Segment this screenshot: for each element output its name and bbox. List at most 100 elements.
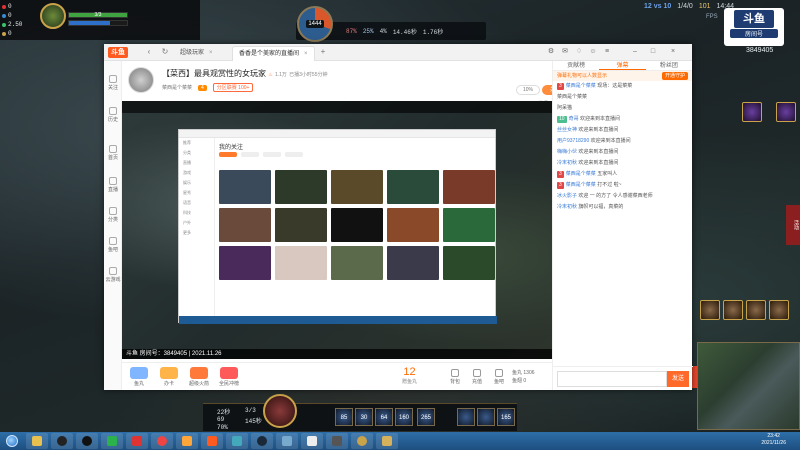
nav-cloud-game[interactable]: 云游戏	[104, 267, 122, 283]
gift-fishball[interactable]: 鱼丸	[126, 367, 152, 387]
backpack-button[interactable]: 背包	[446, 369, 464, 385]
tab-danmaku[interactable]: 弹幕	[599, 61, 646, 70]
stream-thumbnail	[219, 170, 271, 204]
tab-home[interactable]: 超级玩家 ×	[174, 46, 219, 61]
window-titlebar: 斗鱼 ‹ ↻ 超级玩家 × 香香是个美家的直播间 × + ⚙ ✉ ♢ ☺ ≡ – □…	[104, 44, 692, 61]
health-bar: 3/3	[68, 12, 128, 18]
fishball-count: 12 赠鱼丸	[402, 366, 418, 385]
nav-follow[interactable]: 关注	[104, 75, 122, 91]
maximize-button[interactable]: □	[648, 47, 658, 57]
skill-slot[interactable]: 265	[417, 408, 435, 426]
nav-history[interactable]: 历史	[104, 107, 122, 123]
douyu-icon[interactable]	[201, 433, 223, 449]
app-icon[interactable]	[276, 433, 298, 449]
tab-fans[interactable]: 粉丝团	[646, 61, 692, 70]
chat-username[interactable]: 冷末初秋	[557, 160, 577, 166]
item-icon[interactable]	[746, 300, 766, 320]
ability-icon[interactable]	[776, 102, 796, 122]
avatar[interactable]	[128, 67, 154, 93]
chat-username[interactable]: 冷末初秋	[557, 204, 577, 210]
level-badge: 4	[198, 84, 207, 91]
rank-badge[interactable]: 分区联赛 100+	[212, 83, 254, 92]
item-slot[interactable]	[457, 408, 475, 426]
chat-username[interactable]: 嗨嗨小伙	[557, 149, 577, 155]
folder-icon[interactable]	[26, 433, 48, 449]
league-icon[interactable]	[351, 433, 373, 449]
chrome-icon[interactable]	[151, 433, 173, 449]
tab-contribution[interactable]: 贡献榜	[553, 61, 599, 70]
logo-subtitle: 房间号	[730, 29, 778, 38]
gift-rank[interactable]: 全民冲榜	[216, 367, 242, 387]
system-clock[interactable]: 23:42 2021/11/26	[761, 433, 786, 447]
settings-icon[interactable]: ⚙	[546, 47, 556, 57]
item-icon[interactable]	[723, 300, 743, 320]
nested-titlebar	[179, 130, 495, 138]
open-guard-button[interactable]: 开通守护	[661, 72, 688, 80]
send-button[interactable]: 发送	[667, 371, 689, 387]
refresh-button[interactable]: ↻	[160, 47, 170, 57]
fishbar-button[interactable]: 鱼吧	[490, 369, 508, 385]
new-tab-button[interactable]: +	[318, 47, 328, 57]
chat-username[interactable]: 菜西是个菜菜	[566, 171, 596, 177]
item-slot[interactable]: 165	[497, 408, 515, 426]
nav-home[interactable]: 首页	[104, 145, 122, 161]
message-icon[interactable]: ✉	[560, 47, 570, 57]
chat-username[interactable]: 用户93718290	[557, 138, 589, 144]
skill-slot[interactable]: 85	[335, 408, 353, 426]
netease-icon[interactable]	[126, 433, 148, 449]
team-score: 12 vs 10	[644, 2, 672, 10]
gift-card[interactable]: 办卡	[156, 367, 182, 387]
popularity-pill: 10%	[516, 85, 540, 95]
chat-username[interactable]: 丝丝女神	[557, 127, 577, 133]
app-logo[interactable]: 斗鱼	[108, 47, 128, 58]
nav-category[interactable]: 分类	[104, 207, 122, 223]
nav-live[interactable]: 直播	[104, 177, 122, 193]
level-stat: 22秒	[217, 409, 231, 416]
steam-icon[interactable]	[251, 433, 273, 449]
chat-message-list[interactable]: 3 菜西是个菜菜 现场：这是菜菜 菜西是个菜菜 阿呆猫 10 奇哥 欢迎来到本直播间 丝丝女…	[553, 81, 693, 351]
close-button[interactable]: ×	[668, 47, 678, 57]
fish-icon	[109, 237, 117, 245]
chat-username[interactable]: 菜西是个菜菜	[566, 83, 596, 89]
app-icon[interactable]	[301, 433, 323, 449]
skill-slot[interactable]: 30	[355, 408, 373, 426]
gift-icon[interactable]: ♢	[574, 47, 584, 57]
league-icon[interactable]	[376, 433, 398, 449]
start-button[interactable]	[2, 433, 22, 449]
chat-message: 3 菜西是个菜菜 五家叫人	[553, 169, 693, 180]
skill-slot[interactable]: 160	[395, 408, 413, 426]
wechat-icon[interactable]	[101, 433, 123, 449]
nav-fishbar[interactable]: 鱼吧	[104, 237, 122, 253]
item-slot[interactable]	[477, 408, 495, 426]
close-icon[interactable]: ×	[304, 51, 308, 57]
video-player[interactable]: 推荐 分类 直播 游戏 娱乐 星秀 语音 科技 户外 更多 我的关注 斗鱼 房间…	[122, 101, 552, 359]
chat-message: 冷末初秋 欢迎来到本直播间	[553, 158, 693, 169]
chat-username[interactable]: 菜西是个菜菜	[566, 182, 596, 188]
item-icon[interactable]	[700, 300, 720, 320]
side-panel-tab[interactable]: 活动	[786, 205, 800, 245]
champion-portrait[interactable]	[263, 394, 297, 428]
recharge-button[interactable]: 充值	[468, 369, 486, 385]
minimize-button[interactable]: –	[630, 47, 640, 57]
ability-icon[interactable]	[742, 102, 762, 122]
chat-username[interactable]: 冰火影子	[557, 193, 577, 199]
user-icon[interactable]: ☺	[588, 47, 598, 57]
app-icon[interactable]	[326, 433, 348, 449]
item-icon[interactable]	[769, 300, 789, 320]
skill-slot[interactable]: 64	[375, 408, 393, 426]
gift-rocket[interactable]: 超级火箭	[186, 367, 212, 387]
streamer-name[interactable]: 菜西是个菜菜	[162, 84, 192, 91]
champion-portrait[interactable]	[40, 3, 66, 29]
menu-icon[interactable]: ≡	[602, 47, 612, 57]
close-icon[interactable]: ×	[209, 50, 213, 56]
app-icon[interactable]	[226, 433, 248, 449]
minimap[interactable]	[697, 342, 800, 430]
qq-icon[interactable]	[76, 433, 98, 449]
back-button[interactable]: ‹	[144, 47, 154, 57]
tab-stream[interactable]: 香香是个美家的直播间 ×	[232, 46, 315, 61]
obs-icon[interactable]	[51, 433, 73, 449]
chip	[219, 152, 237, 157]
chat-username[interactable]: 奇哥	[569, 116, 579, 122]
wegame-icon[interactable]	[176, 433, 198, 449]
chat-input[interactable]	[557, 371, 667, 387]
